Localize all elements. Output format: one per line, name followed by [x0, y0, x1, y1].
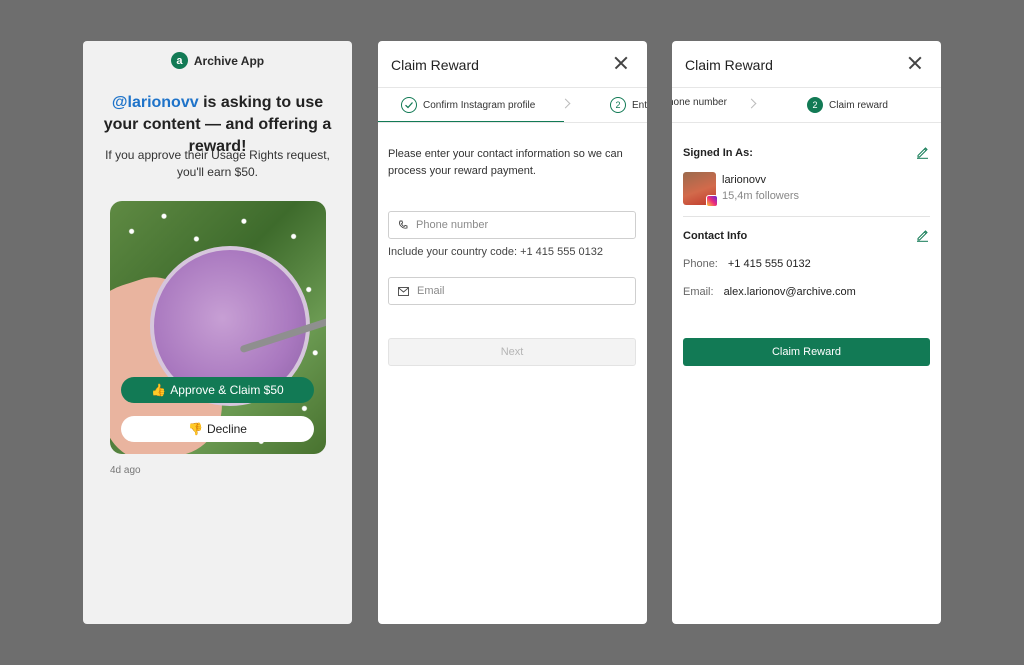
step-number: 2	[807, 97, 823, 113]
modal-title: Claim Reward	[391, 57, 479, 73]
step-label: hone number	[672, 97, 727, 108]
modal-title: Claim Reward	[685, 57, 773, 73]
mail-icon	[398, 286, 409, 296]
brand-header: a Archive App	[83, 52, 352, 69]
step-enter-phone[interactable]: hone number	[672, 97, 727, 108]
chevron-right-icon	[560, 98, 571, 109]
phone-label: Phone:	[683, 258, 718, 270]
username: larionovv	[722, 174, 767, 186]
requester-handle-link[interactable]: @larionovv	[112, 94, 199, 111]
step-confirm-profile[interactable]: Confirm Instagram profile	[401, 97, 535, 113]
check-icon	[401, 97, 417, 113]
close-icon[interactable]	[613, 55, 629, 71]
close-icon[interactable]	[907, 55, 923, 71]
avatar	[683, 172, 718, 207]
edit-pencil-icon[interactable]	[916, 146, 929, 159]
phone-hint: Include your country code: +1 415 555 01…	[388, 246, 603, 258]
instagram-icon	[706, 195, 718, 207]
modal-header: Claim Reward	[672, 41, 941, 88]
step-label: Enter phone number	[632, 99, 647, 111]
contact-info-title: Contact Info	[683, 230, 748, 242]
step-number: 2	[610, 97, 626, 113]
next-button[interactable]: Next	[388, 338, 636, 366]
stepper: Confirm Instagram profile 2 Enter phone …	[378, 88, 647, 123]
stepper: hone number 2 Claim reward	[672, 88, 941, 123]
timestamp: 4d ago	[110, 465, 141, 476]
email-placeholder: Email	[417, 285, 445, 297]
reward-subtext: If you approve their Usage Rights reques…	[105, 148, 330, 179]
divider	[683, 216, 930, 217]
step-label: Claim reward	[829, 99, 888, 111]
chevron-right-icon	[746, 98, 757, 109]
modal-header: Claim Reward	[378, 41, 647, 88]
phone-row: Phone: +1 415 555 0132	[683, 258, 811, 270]
instructions: Please enter your contact information so…	[388, 148, 623, 177]
thumbs-down-icon: 👎	[188, 422, 203, 436]
active-step-indicator	[378, 121, 564, 122]
decline-button[interactable]: 👎 Decline	[121, 416, 314, 442]
phone-value: +1 415 555 0132	[727, 258, 811, 270]
phone-icon	[399, 220, 408, 229]
step-claim-reward[interactable]: 2 Claim reward	[807, 97, 888, 113]
email-row: Email: alex.larionov@archive.com	[683, 286, 856, 298]
phone-placeholder: Phone number	[416, 219, 489, 231]
phone-field[interactable]: Phone number	[388, 211, 636, 239]
reward-notification-card: a Archive App @larionovv is asking to us…	[83, 41, 352, 624]
decline-label: Decline	[206, 422, 247, 436]
follower-count: 15,4m followers	[722, 190, 800, 202]
approve-label: Approve & Claim $50	[170, 383, 284, 397]
signed-in-title: Signed In As:	[683, 147, 753, 159]
archive-logo-icon: a	[170, 52, 188, 69]
claim-reward-modal-step1: Claim Reward Confirm Instagram profile 2…	[378, 41, 647, 624]
claim-reward-button[interactable]: Claim Reward	[683, 338, 930, 366]
instagram-profile: larionovv 15,4m followers	[683, 172, 800, 207]
email-value: alex.larionov@archive.com	[723, 286, 856, 298]
claim-reward-modal-step2: Claim Reward hone number 2 Claim reward …	[672, 41, 941, 624]
edit-pencil-icon[interactable]	[916, 229, 929, 242]
email-label: Email:	[683, 286, 714, 298]
brand-name: Archive App	[193, 53, 265, 68]
step-label: Confirm Instagram profile	[423, 99, 536, 111]
thumbs-up-icon: 👍	[151, 383, 167, 397]
approve-claim-button[interactable]: 👍 Approve & Claim $50	[121, 377, 314, 403]
step-enter-phone[interactable]: 2 Enter phone number	[610, 97, 647, 113]
email-field[interactable]: Email	[388, 277, 636, 305]
